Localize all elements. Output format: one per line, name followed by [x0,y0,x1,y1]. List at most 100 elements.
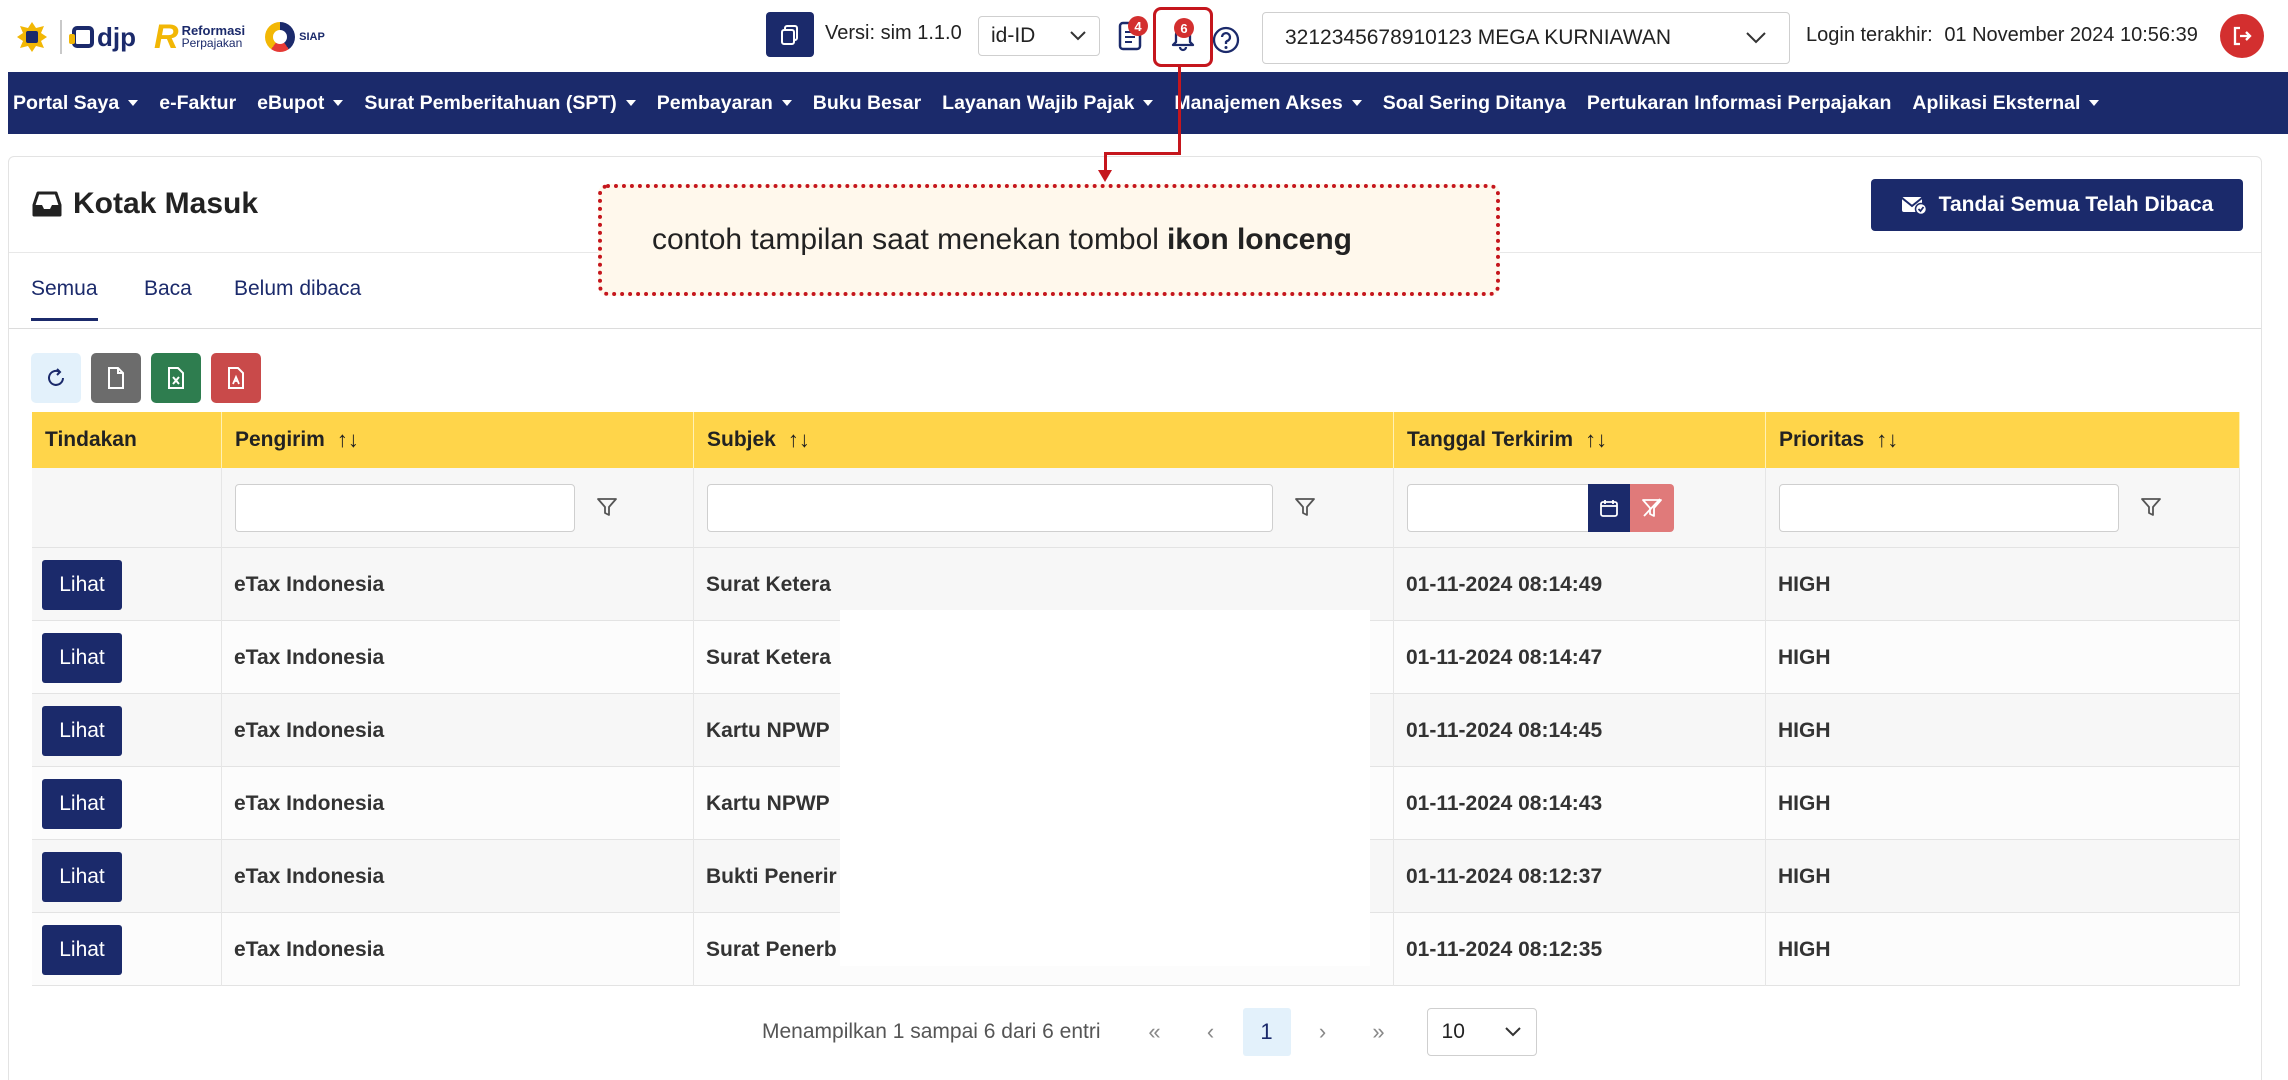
date-cell: 01-11-2024 08:14:43 [1394,767,1766,840]
sort-icon[interactable]: ↑↓ [1585,427,1607,453]
annotation-connector [1178,67,1181,154]
user-account-select[interactable]: 3212345678910123 MEGA KURNIAWAN [1262,12,1790,64]
filter-icon[interactable] [2140,496,2162,518]
file-pdf-icon [228,367,244,389]
nav-item-label: Soal Sering Ditanya [1382,91,1566,114]
pagination-info: Menampilkan 1 sampai 6 dari 6 entri [762,1020,1101,1043]
view-button[interactable]: Lihat [42,924,122,975]
chevron-down-icon [1504,1027,1521,1037]
filter-cell-prioritas [1766,468,2240,548]
language-select[interactable]: id-ID [978,16,1100,56]
action-cell: Lihat [32,913,222,986]
language-value: id-ID [991,24,1036,47]
nav-item-ebupot[interactable]: eBupot [257,91,344,115]
filter-subjek-input[interactable] [707,484,1273,532]
nav-item-layanan-wajib-pajak[interactable]: Layanan Wajib Pajak [942,92,1154,115]
filter-icon[interactable] [1294,496,1316,518]
nav-item-portal-saya[interactable]: Portal Saya [13,92,139,115]
help-icon[interactable] [1212,26,1240,54]
version-button[interactable] [766,12,814,57]
logout-button[interactable] [2220,14,2264,58]
filter-icon[interactable] [596,496,618,518]
nav-item-pertukaran-informasi-perpajakan[interactable]: Pertukaran Informasi Perpajakan [1587,92,1892,115]
date-cell: 01-11-2024 08:14:49 [1394,548,1766,621]
view-button[interactable]: Lihat [42,705,122,756]
date-cell: 01-11-2024 08:14:45 [1394,694,1766,767]
document-badge: 4 [1128,16,1148,36]
sender-cell: eTax Indonesia [222,621,694,694]
caret-down-icon [1143,100,1154,106]
calendar-button[interactable] [1588,484,1630,532]
last-page-button[interactable]: » [1355,1008,1403,1056]
filter-cell-subjek [694,468,1394,548]
inbox-icon [32,191,62,217]
date-cell: 01-11-2024 08:12:37 [1394,840,1766,913]
export-pdf-button[interactable] [211,353,261,403]
filter-pengirim-input[interactable] [235,484,575,532]
nav-item-manajemen-akses[interactable]: Manajemen Akses [1174,92,1362,115]
export-toolbar [31,353,271,403]
sender-cell: eTax Indonesia [222,548,694,621]
export-excel-button[interactable] [151,353,201,403]
sort-icon[interactable]: ↑↓ [1876,427,1898,453]
annotation-arrow [1098,170,1112,182]
tab-semua[interactable]: Semua [31,277,98,321]
sender-cell: eTax Indonesia [222,840,694,913]
first-page-button[interactable]: « [1131,1008,1179,1056]
nav-item-label: e-Faktur [159,91,237,114]
caret-down-icon [2089,100,2100,106]
prev-page-button[interactable]: ‹ [1187,1008,1235,1056]
refresh-button[interactable] [31,353,81,403]
filter-cell-tanggal [1394,468,1766,548]
sort-icon[interactable]: ↑↓ [788,427,810,453]
siap-logo: SIAP [265,22,325,52]
annotation-text: contoh tampilan saat menekan tombol [652,223,1159,256]
clear-filter-button[interactable] [1630,484,1674,532]
view-button[interactable]: Lihat [42,778,122,829]
filter-cell-pengirim [222,468,694,548]
nav-item-label: Surat Pemberitahuan (SPT) [364,91,617,114]
priority-cell: HIGH [1766,913,2240,986]
export-file-button[interactable] [91,353,141,403]
tab-belum-dibaca[interactable]: Belum dibaca [234,277,361,301]
version-label: Versi: sim 1.1.0 [825,22,962,44]
rows-per-page-select[interactable]: 10 [1426,1008,1537,1056]
table-header: Tindakan Pengirim ↑↓ Subjek ↑↓ Tanggal Ter… [32,412,2240,468]
filter-prioritas-input[interactable] [1779,484,2119,532]
next-page-button[interactable]: › [1299,1008,1347,1056]
calendar-icon [1600,500,1618,517]
nav-item-surat-pemberitahuan-spt[interactable]: Surat Pemberitahuan (SPT) [364,91,636,115]
tab-baca[interactable]: Baca [144,277,192,301]
mark-all-read-button[interactable]: Tandai Semua Telah Dibaca [1871,179,2243,231]
copy-icon [781,24,798,45]
notification-bell-button[interactable]: 6 [1153,7,1213,67]
priority-cell: HIGH [1766,767,2240,840]
view-button[interactable]: Lihat [42,851,122,902]
nav-item-label: Buku Besar [812,91,922,114]
reformasi-perpajakan-logo: R Reformasi Perpajakan [154,17,246,56]
file-excel-icon [168,367,184,389]
view-button[interactable]: Lihat [42,632,122,683]
nav-item-pembayaran[interactable]: Pembayaran [657,92,792,115]
view-button[interactable]: Lihat [42,559,122,610]
priority-cell: HIGH [1766,840,2240,913]
djp-logo: djp [69,22,136,53]
nav-item-buku-besar[interactable]: Buku Besar [813,92,921,115]
nav-item-label: Pertukaran Informasi Perpajakan [1586,91,1892,114]
nav-item-label: eBupot [257,91,325,114]
redaction-mask [840,610,1370,966]
nav-item-soal-sering-ditanya[interactable]: Soal Sering Ditanya [1383,92,1566,115]
column-header-prioritas[interactable]: Prioritas ↑↓ [1766,412,2240,468]
filter-tanggal-input[interactable] [1407,484,1589,532]
page-1-button[interactable]: 1 [1242,1008,1291,1056]
column-header-subjek[interactable]: Subjek ↑↓ [694,412,1394,468]
nav-item-aplikasi-eksternal[interactable]: Aplikasi Eksternal [1912,92,2100,115]
sort-icon[interactable]: ↑↓ [337,427,359,453]
column-header-pengirim[interactable]: Pengirim ↑↓ [222,412,694,468]
nav-item-e-faktur[interactable]: e-Faktur [159,92,236,115]
column-header-tanggal[interactable]: Tanggal Terkirim ↑↓ [1394,412,1766,468]
annotation-callout: contoh tampilan saat menekan tombol ikon… [598,184,1500,296]
refresh-icon [48,368,64,386]
action-cell: Lihat [32,621,222,694]
garuda-emblem-icon [17,22,47,52]
